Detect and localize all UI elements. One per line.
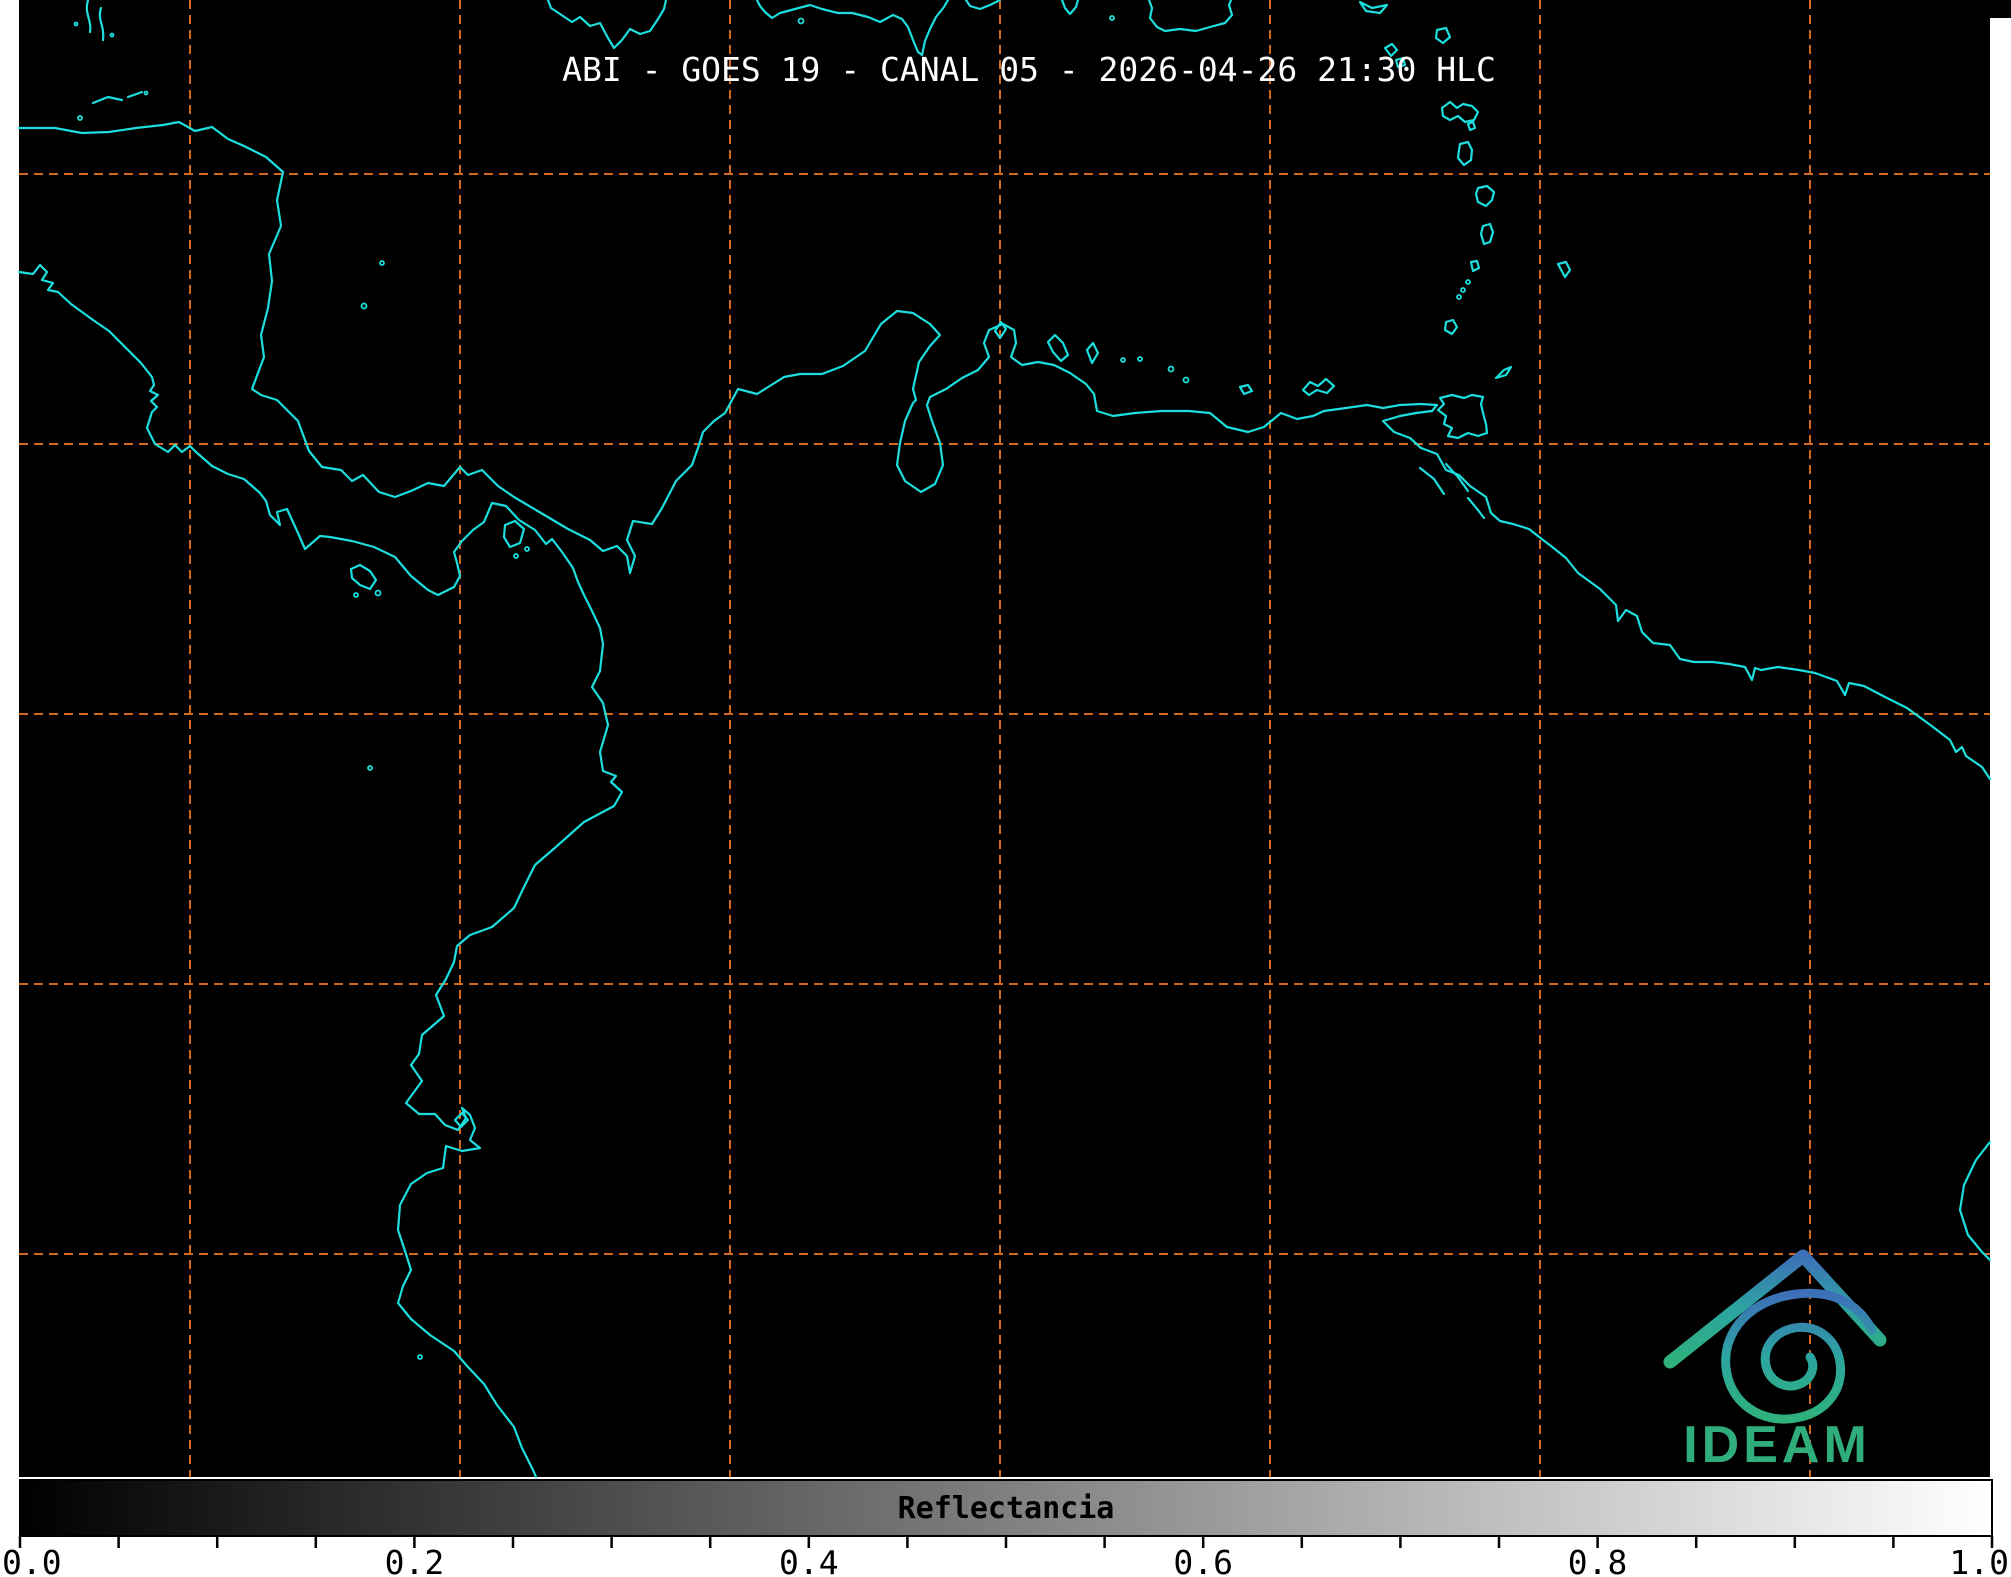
colorbar-tick-label: 0.4 — [779, 1543, 839, 1577]
logo-text: IDEAM — [1683, 1416, 1871, 1474]
goes-satellite-figure: ABI - GOES 19 - CANAL 05 - 2026-04-26 21… — [0, 0, 2011, 1577]
colorbar-title: Reflectancia — [898, 1491, 1115, 1526]
colorbar-tick-label: 0.2 — [385, 1543, 445, 1577]
colorbar-tick-label: 0.8 — [1568, 1543, 1628, 1577]
colorbar-ticks — [20, 1536, 1992, 1548]
colorbar-tick-label: 1.0 — [1949, 1543, 2009, 1577]
colorbar-tick-label: 0.6 — [1173, 1543, 1233, 1577]
figure-title: ABI - GOES 19 - CANAL 05 - 2026-04-26 21… — [562, 50, 1496, 89]
map-background — [19, 0, 1990, 1477]
colorbar-tick-label: 0.0 — [2, 1543, 62, 1577]
colorbar-tick-labels: 0.0 0.2 0.4 0.6 0.8 1.0 — [2, 1543, 2009, 1577]
map-top-right-notch — [1990, 0, 2011, 18]
colorbar: 0.0 0.2 0.4 0.6 0.8 1.0 Reflectancia — [2, 1480, 2009, 1577]
